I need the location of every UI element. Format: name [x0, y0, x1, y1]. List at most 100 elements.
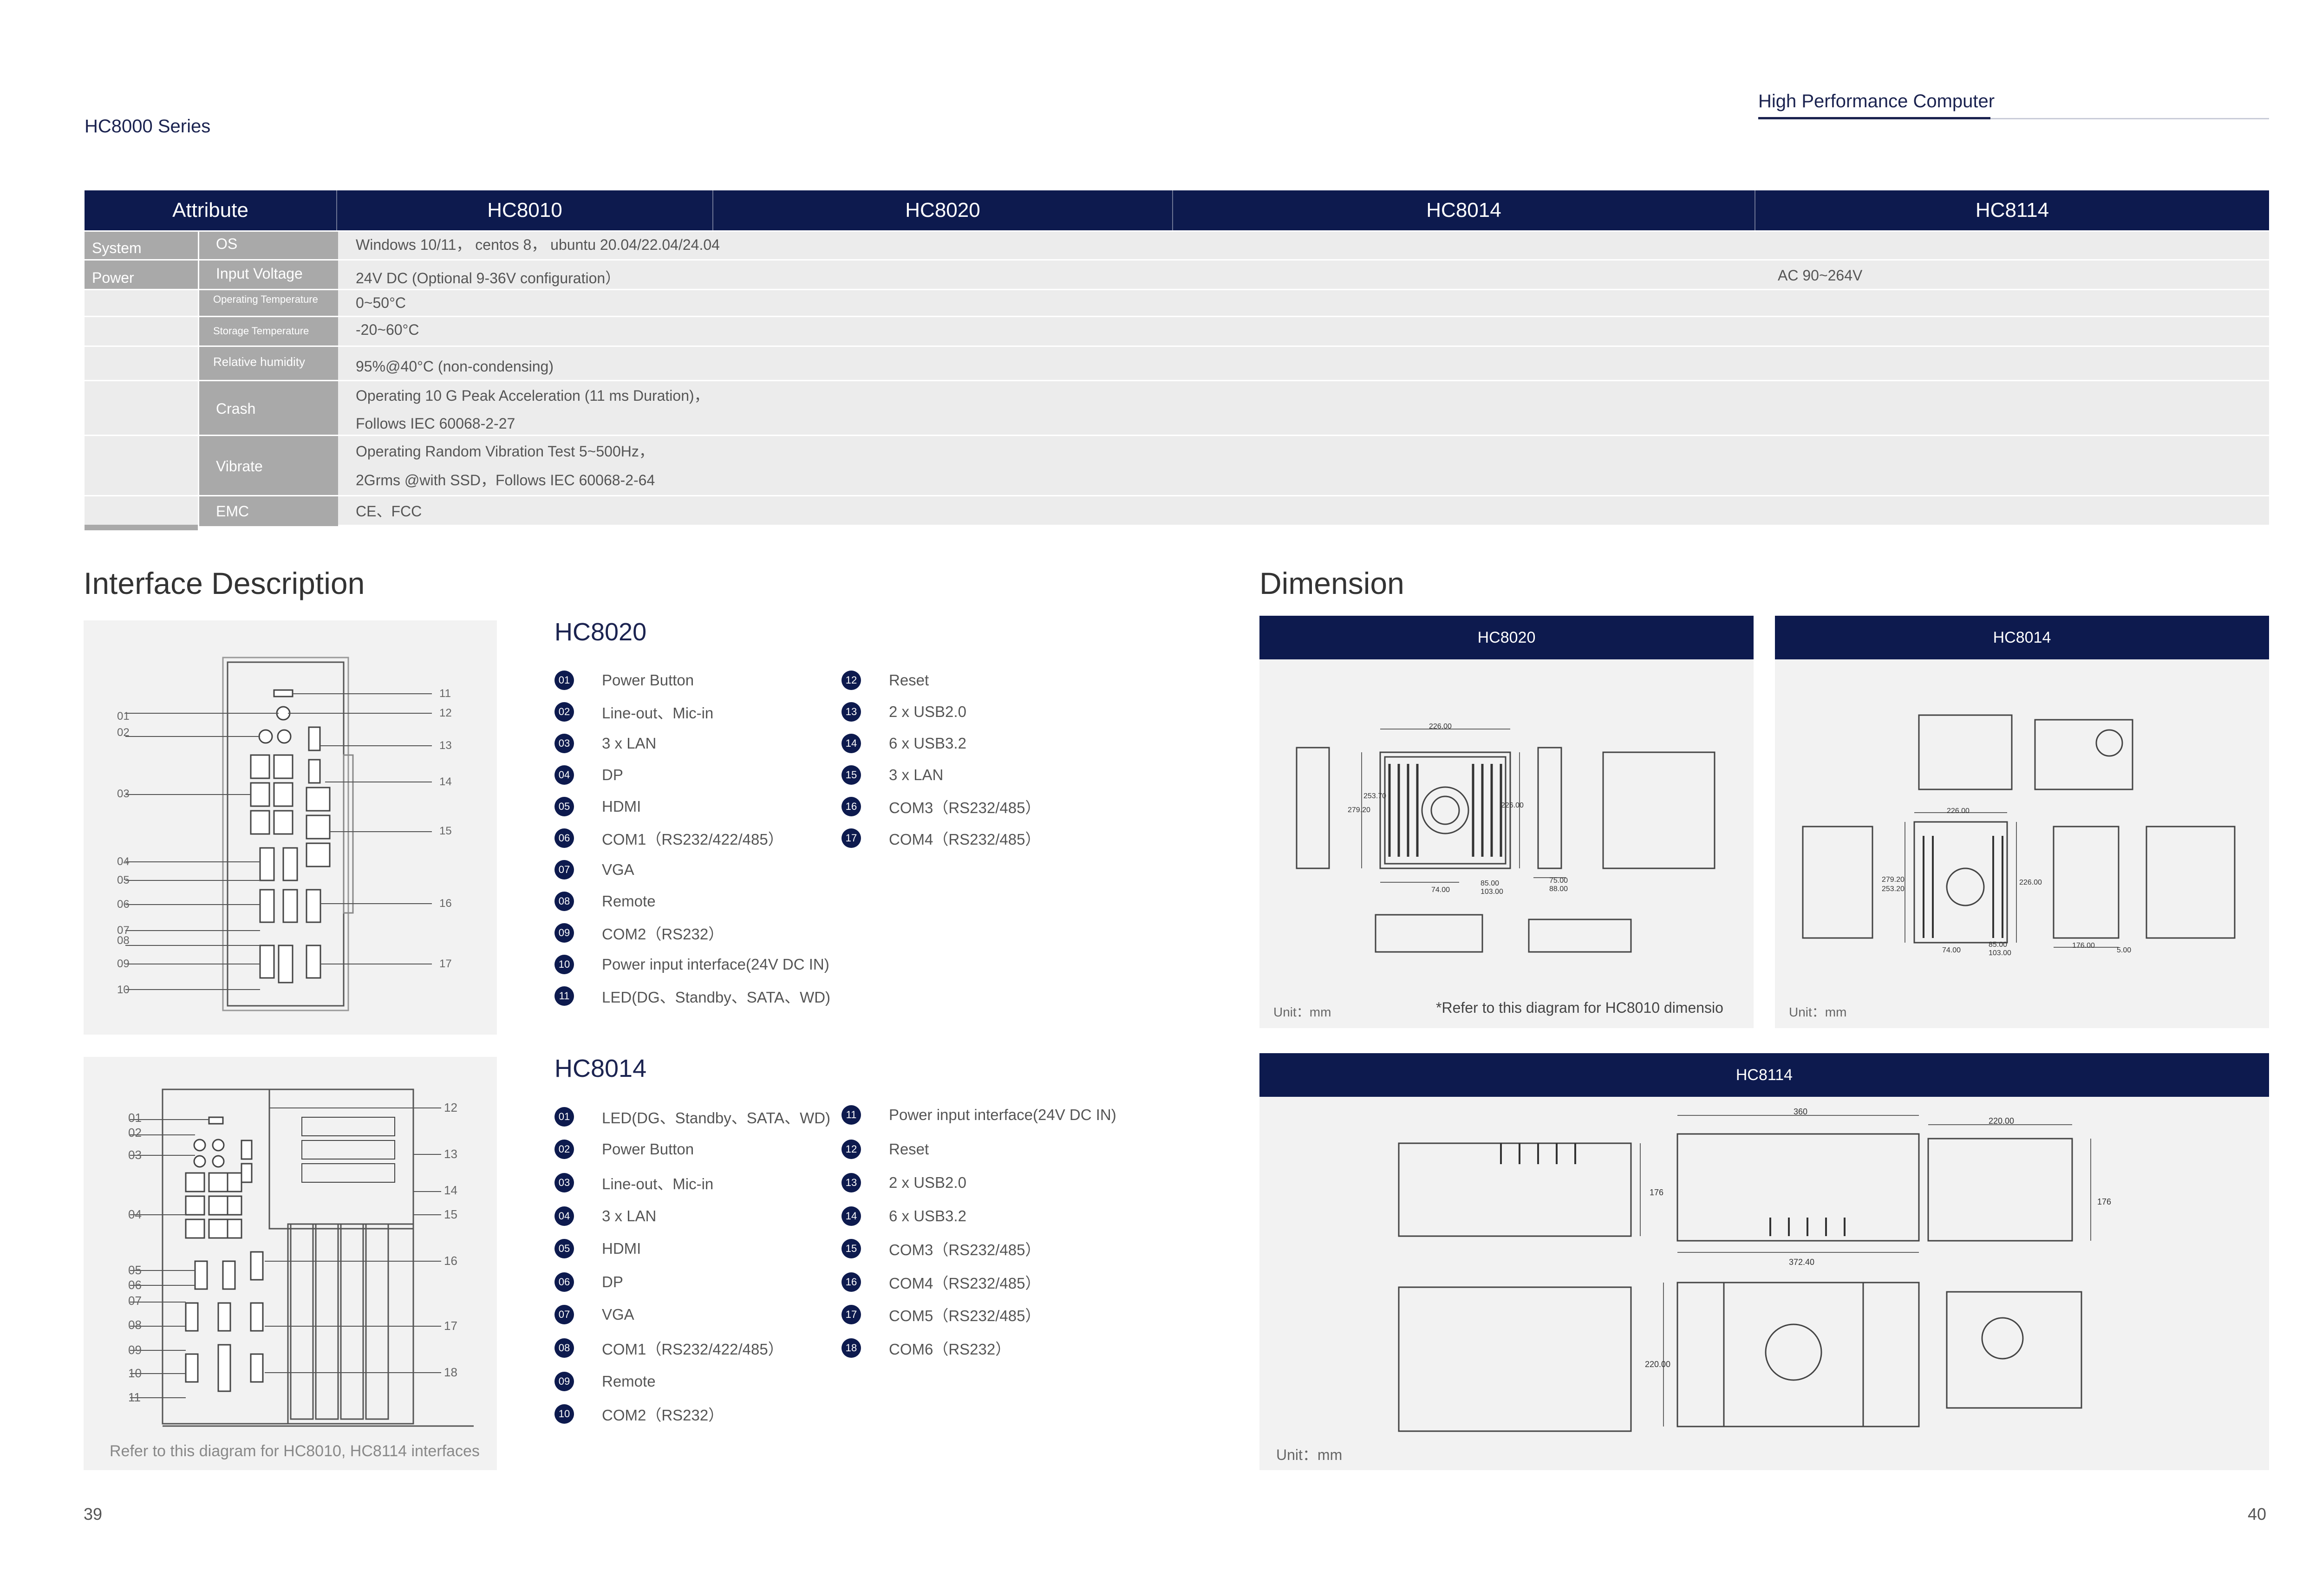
item-number: 04 [554, 765, 574, 785]
panel-title: HC8114 [1259, 1053, 2269, 1097]
item-number: 16 [841, 1272, 861, 1292]
dim-label: 176.00 [2072, 942, 2095, 950]
diagram-caption: Refer to this diagram for HC8010, HC8114… [110, 1442, 480, 1460]
item-label: 6 x USB3.2 [889, 735, 966, 752]
dim-label: 253.70 [1363, 792, 1386, 800]
group-label: System [85, 232, 198, 261]
item-label: 3 x LAN [602, 1207, 657, 1225]
callout-left: 07 [128, 1294, 142, 1308]
item-label: COM3（RS232/485） [889, 799, 1041, 816]
item-number: 07 [554, 860, 574, 879]
list-item: 06 COM1（RS232/422/485） [554, 827, 783, 849]
hc8014-interface-diagram: 01 02 03 04 05 06 07 08 09 10 11 12 13 1… [84, 1057, 497, 1470]
page-number-right: 40 [2248, 1505, 2267, 1524]
category-title: High Performance Computer [1758, 91, 1995, 111]
list-item: 16 COM4（RS232/485） [841, 1271, 1040, 1293]
callout-left: 05 [128, 1263, 142, 1277]
callout-right: 17 [439, 958, 452, 970]
callout-left: 02 [117, 726, 130, 739]
item-label: COM3（RS232/485） [889, 1241, 1041, 1258]
hc8114-dimension-drawing [1398, 1115, 2091, 1432]
item-number: 06 [554, 1272, 574, 1292]
table-row: Storage Temperature -20~60°C [85, 316, 2269, 347]
group-label: Power [85, 261, 198, 290]
item-label: COM2（RS232） [602, 1407, 724, 1424]
list-item: 15 3 x LAN [841, 764, 943, 786]
callout-left: 10 [117, 984, 130, 996]
item-label: LED(DG、Standby、SATA、WD) [602, 1109, 831, 1127]
item-label: VGA [602, 1306, 634, 1323]
dim-label: 103.00 [1989, 949, 2011, 957]
panel-title: HC8020 [1259, 616, 1754, 659]
list-item: 04 3 x LAN [554, 1205, 656, 1227]
item-label: 6 x USB3.2 [889, 1207, 966, 1225]
item-label: COM1（RS232/422/485） [602, 1341, 783, 1358]
list-item: 10 Power input interface(24V DC IN) [554, 954, 829, 975]
item-number: 03 [554, 734, 574, 753]
attr-label: Storage Temperature [198, 317, 338, 347]
item-label: LED(DG、Standby、SATA、WD) [602, 989, 831, 1006]
attr-label: Crash [198, 381, 338, 436]
dim-label: 226.00 [1501, 801, 1524, 809]
attr-label: Relative humidity [198, 347, 338, 381]
dim-label: 226.00 [2019, 879, 2042, 886]
item-number: 05 [554, 797, 574, 816]
list-item: 13 2 x USB2.0 [841, 1172, 966, 1193]
item-label: 2 x USB2.0 [889, 703, 966, 720]
item-number: 14 [841, 734, 861, 753]
item-number: 13 [841, 1173, 861, 1192]
item-label: HDMI [602, 1240, 641, 1257]
cell-value: CE、FCC [356, 503, 422, 520]
hc8014-dimension-panel: HC8014 226.00 279.20 253.20 226.00 74.00… [1775, 616, 2269, 1028]
dim-label: 226.00 [1429, 723, 1452, 730]
item-number: 08 [554, 1338, 574, 1358]
unit-label: Unit：mm [1273, 1005, 1331, 1019]
list-item: 11 Power input interface(24V DC IN) [841, 1104, 1116, 1126]
list-item: 18 COM6（RS232） [841, 1337, 1011, 1359]
list-item: 14 6 x USB3.2 [841, 1205, 966, 1227]
header-divider-accent [1758, 117, 1990, 119]
item-number: 12 [841, 671, 861, 690]
item-label: Remote [602, 892, 656, 910]
dim-label: 74.00 [1942, 946, 1961, 954]
item-label: DP [602, 766, 623, 783]
item-number: 11 [841, 1105, 861, 1125]
callout-left: 06 [128, 1278, 142, 1292]
item-label: Power Button [602, 671, 694, 689]
item-number: 12 [841, 1140, 861, 1159]
item-number: 10 [554, 1404, 574, 1424]
dim-label: 85.00 [1989, 941, 2008, 949]
col-hc8114: HC8114 [1975, 199, 2049, 221]
hc8020-interface-diagram: 01 02 03 04 05 06 07 08 09 10 11 12 13 1… [84, 620, 497, 1035]
dim-label: 279.20 [1882, 876, 1905, 884]
page-number-left: 39 [84, 1505, 103, 1524]
callout-left: 10 [128, 1366, 142, 1380]
dim-label: 88.00 [1549, 885, 1568, 893]
item-number: 06 [554, 828, 574, 848]
callout-right: 13 [444, 1147, 457, 1161]
list-item: 01 Power Button [554, 670, 694, 691]
callout-left: 01 [128, 1111, 142, 1125]
list-item: 03 Line-out、Mic-in [554, 1172, 713, 1193]
hc8114-dimension-panel: HC8114 360 220.00 176 176 372.40 220.00 … [1259, 1053, 2269, 1470]
hc8014-dimension-drawing [1802, 714, 2236, 948]
callout-left: 04 [128, 1207, 142, 1221]
item-label: 2 x USB2.0 [889, 1174, 966, 1191]
callout-left: 09 [117, 958, 130, 970]
callout-right: 12 [444, 1101, 457, 1114]
callout-left: 06 [117, 898, 130, 911]
item-number: 17 [841, 828, 861, 848]
callout-right: 14 [444, 1183, 457, 1197]
callout-left: 03 [117, 788, 130, 800]
cell-value: Operating Random Vibration Test 5~500Hz， [356, 443, 654, 460]
attr-label: Input Voltage [198, 261, 338, 290]
list-item: 04 DP [554, 764, 623, 786]
dim-label: 220.00 [1645, 1360, 1671, 1369]
item-number: 18 [841, 1338, 861, 1358]
callout-left: 02 [128, 1126, 142, 1140]
callout-right: 14 [439, 775, 452, 788]
table-row: Operating Temperature 0~50°C [85, 289, 2269, 317]
callout-left: 09 [128, 1343, 142, 1357]
unit-label: Unit：mm [1276, 1446, 1343, 1463]
list-item: 11 LED(DG、Standby、SATA、WD) [554, 985, 830, 1007]
